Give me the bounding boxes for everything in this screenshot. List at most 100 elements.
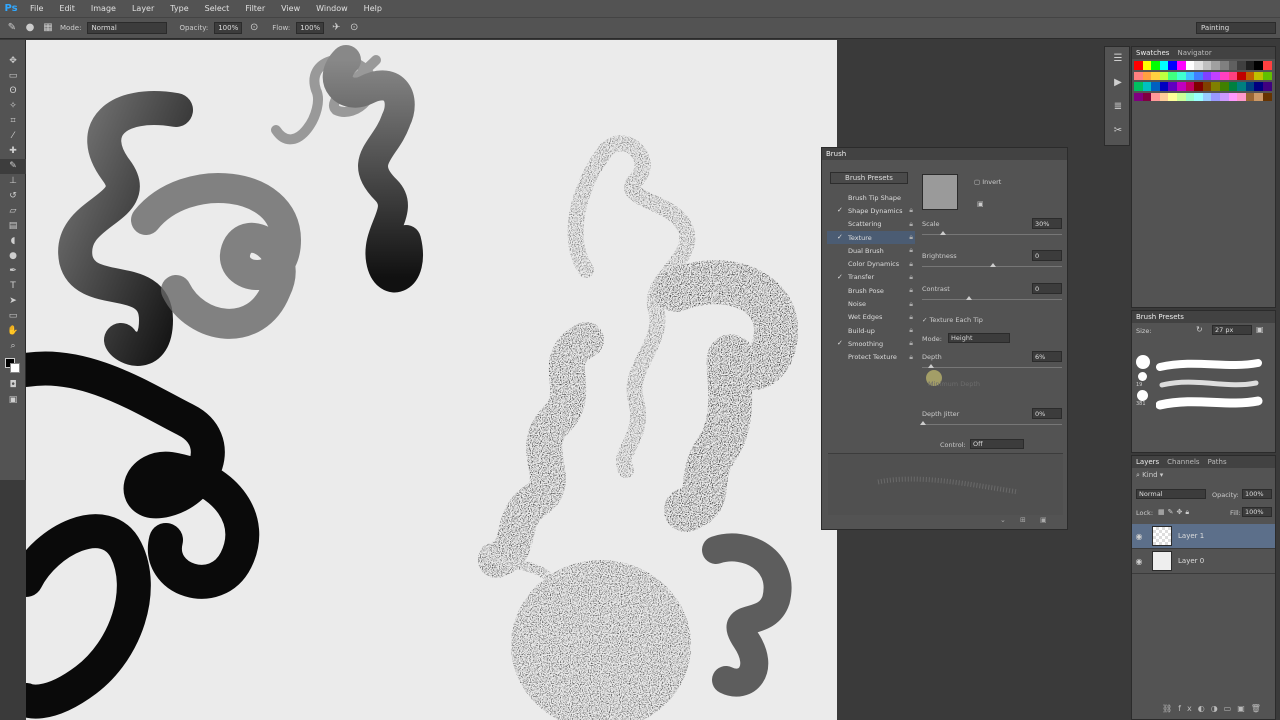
new-pattern-preset-icon[interactable]: ▣ [977,200,984,208]
airbrush-icon[interactable]: ✈ [330,22,342,34]
checkbox[interactable]: ✓ [837,340,844,347]
color-swatch[interactable] [1237,92,1246,102]
color-swatch[interactable] [1202,61,1212,70]
checkbox[interactable]: ✓ [837,234,844,241]
lock-icon[interactable]: 🔒︎ [909,273,913,282]
shape-tool-icon[interactable]: ▭ [0,309,26,324]
checkbox[interactable] [837,314,844,321]
color-swatch[interactable] [1237,61,1246,70]
blur-tool-icon[interactable]: ◖ [0,234,26,249]
eyedropper-tool-icon[interactable]: ⁄ [0,129,26,144]
lock-icon[interactable]: 🔒︎ [909,300,913,309]
checkbox[interactable] [837,301,844,308]
lock-icon[interactable]: 🔒︎ [909,353,913,362]
gradient-tool-icon[interactable]: ▤ [0,219,26,234]
menu-layer[interactable]: Layer [124,4,162,13]
lock-icon[interactable]: 🔒︎ [909,206,913,215]
create-new-brush-icon[interactable]: ▣ [1040,516,1047,524]
type-tool-icon[interactable]: T [0,279,26,294]
blend-mode-select[interactable]: Normal [1136,489,1206,499]
bp-item-dual-brush[interactable]: Dual Brush 🔒︎ [827,244,915,257]
menu-view[interactable]: View [273,4,308,13]
pen-tool-icon[interactable]: ✒ [0,264,26,279]
invert-option[interactable]: ▢ Invert [974,178,1001,186]
color-swatch[interactable] [1194,82,1203,91]
color-swatch[interactable] [1176,92,1186,102]
quick-mask-icon[interactable]: ◘ [0,378,26,393]
color-swatch[interactable] [1142,92,1152,102]
bp-item-build-up[interactable]: Build-up 🔒︎ [827,324,915,337]
color-swatch[interactable] [1228,61,1238,70]
menu-image[interactable]: Image [83,4,124,13]
bp-item-smoothing[interactable]: ✓ Smoothing 🔒︎ [827,337,915,350]
visibility-eye-icon[interactable]: ◉ [1132,557,1146,566]
bp-item-protect-texture[interactable]: Protect Texture 🔒︎ [827,351,915,364]
screen-mode-icon[interactable]: ▣ [0,393,26,408]
brush-presets-title[interactable]: Brush Presets [1136,313,1184,321]
menu-type[interactable]: Type [162,4,196,13]
color-swatch[interactable] [1185,82,1195,91]
color-swatch[interactable] [1168,61,1177,70]
color-swatch[interactable] [1151,61,1160,70]
lock-icons[interactable]: ▦✎✥🔒︎ [1158,508,1192,517]
tab-paths[interactable]: Paths [1208,458,1227,466]
pressure-opacity-icon[interactable]: ⊙ [248,22,260,34]
color-swatch[interactable] [1219,82,1229,91]
color-swatch[interactable] [1134,82,1143,91]
menu-window[interactable]: Window [308,4,356,13]
depth-field[interactable]: 6% [1032,351,1062,362]
bp-item-brush-pose[interactable]: Brush Pose 🔒︎ [827,284,915,297]
path-select-tool-icon[interactable]: ➤ [0,294,26,309]
properties-panel-icon[interactable]: ≣ [1105,95,1131,119]
color-swatch[interactable] [1134,92,1143,102]
soft-round-brush-icon[interactable] [1138,372,1147,381]
filter-kind-select[interactable]: ⌕ Kind ▾ [1136,471,1163,480]
contrast-field[interactable]: 0 [1032,283,1062,294]
bp-item-wet-edges[interactable]: Wet Edges 🔒︎ [827,311,915,324]
color-swatch[interactable] [1176,82,1186,91]
scale-slider-thumb[interactable] [940,231,946,235]
color-swatch[interactable] [1262,92,1272,102]
bp-item-texture[interactable]: ✓ Texture 🔒︎ [827,230,915,245]
new-preset-icon[interactable]: ▣ [1256,325,1264,334]
color-swatch[interactable] [1254,82,1263,91]
pressure-size-icon[interactable]: ⊙ [348,22,360,34]
color-swatch[interactable] [1159,92,1169,102]
color-swatch[interactable] [1262,82,1272,91]
color-swatch[interactable] [1159,71,1169,81]
color-swatch[interactable] [1211,61,1220,70]
color-swatch[interactable] [1228,82,1238,91]
workspace-switcher[interactable]: Painting [1196,22,1276,34]
brightness-slider-thumb[interactable] [990,263,996,267]
checkbox[interactable]: ✓ [837,273,844,281]
tab-channels[interactable]: Channels [1167,458,1199,466]
depth-jitter-slider-thumb[interactable] [920,421,926,425]
hard-round-brush-icon[interactable] [1136,355,1150,369]
color-swatch[interactable] [1168,92,1177,102]
menu-file[interactable]: File [22,4,51,13]
clone-stamp-tool-icon[interactable]: ⊥ [0,174,26,189]
layer-row-layer-0[interactable]: ◉ Layer 0 [1132,549,1275,574]
dodge-tool-icon[interactable]: ● [0,249,26,264]
zoom-tool-icon[interactable]: ⌕ [0,339,26,354]
color-swatch[interactable] [1176,61,1186,70]
reset-size-icon[interactable]: ↻ [1196,325,1203,334]
tab-navigator[interactable]: Navigator [1177,49,1211,57]
brush-size-field[interactable]: 27 px [1212,325,1252,335]
history-brush-tool-icon[interactable]: ↺ [0,189,26,204]
tool-presets-icon[interactable]: ✂ [1105,119,1131,143]
lock-icon[interactable]: 🔒︎ [909,339,913,348]
color-swatch[interactable] [1202,92,1212,102]
color-swatch[interactable] [1194,92,1203,102]
menu-filter[interactable]: Filter [237,4,273,13]
bp-item-noise[interactable]: Noise 🔒︎ [827,297,915,310]
depth-jitter-slider-track[interactable] [922,424,1062,425]
color-swatch[interactable] [1159,61,1169,70]
color-swatch[interactable] [1228,92,1238,102]
color-swatches[interactable] [0,354,26,378]
bp-item-brush-tip-shape[interactable]: Brush Tip Shape [827,191,915,204]
visibility-eye-icon[interactable]: ◉ [1132,532,1146,541]
color-swatch[interactable] [1228,71,1238,81]
color-swatch[interactable] [1262,61,1272,70]
color-swatch[interactable] [1185,61,1195,70]
